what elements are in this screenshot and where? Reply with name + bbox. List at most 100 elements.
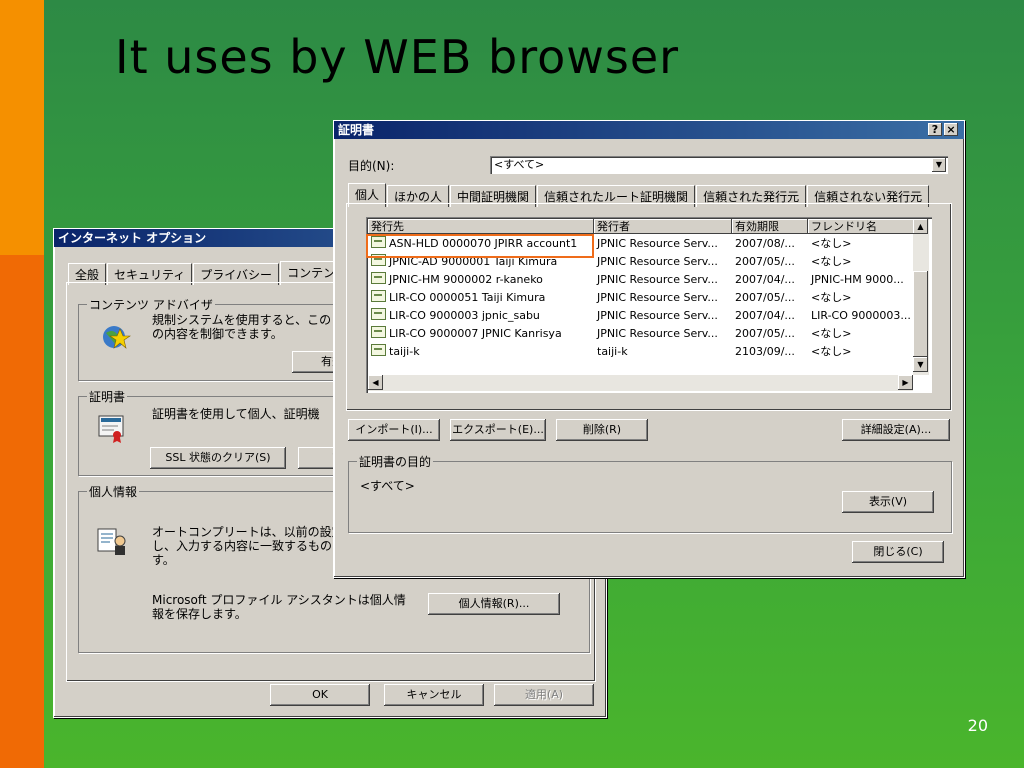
scroll-down-icon[interactable]: ▼ bbox=[913, 357, 928, 372]
col-issued-to[interactable]: 発行先 bbox=[368, 219, 594, 234]
cell-text: JPNIC Resource Serv... bbox=[597, 273, 718, 286]
certificate-icon bbox=[98, 415, 124, 443]
table-cell: JPNIC-HM 9000... bbox=[808, 271, 914, 289]
col-friendly-name[interactable]: フレンドリ名 bbox=[808, 219, 914, 234]
list-header: 発行先 発行者 有効期限 フレンドリ名 bbox=[368, 219, 914, 234]
table-cell: JPNIC Resource Serv... bbox=[594, 307, 732, 325]
scroll-right-icon[interactable]: ▶ bbox=[898, 375, 913, 390]
horizontal-scrollbar[interactable]: ◀ ▶ bbox=[368, 375, 913, 391]
purpose-label: 目的(N): bbox=[348, 159, 395, 173]
cell-text: <なし> bbox=[811, 237, 852, 250]
scroll-up-icon[interactable]: ▲ bbox=[913, 219, 928, 234]
cell-text: <なし> bbox=[811, 255, 852, 268]
content-advisor-text-1: 規制システムを使用すると、このコ bbox=[152, 313, 344, 327]
close-button[interactable]: 閉じる(C) bbox=[852, 541, 944, 563]
table-row[interactable]: LIR-CO 0000051 Taiji Kimura JPNIC Resourc… bbox=[368, 289, 914, 307]
cell-text: 2007/04/... bbox=[735, 309, 795, 322]
personal-info-button[interactable]: 個人情報(R)... bbox=[428, 593, 560, 615]
ok-button[interactable]: OK bbox=[270, 684, 370, 706]
table-row[interactable]: JPNIC-HM 9000002 r-kaneko JPNIC Resource … bbox=[368, 271, 914, 289]
table-cell: <なし> bbox=[808, 235, 914, 253]
ms-profile-text-2: 報を保存します。 bbox=[152, 607, 247, 621]
personal-info-label: 個人情報 bbox=[87, 483, 140, 500]
table-cell: JPNIC Resource Serv... bbox=[594, 325, 732, 343]
table-cell: taiji-k bbox=[368, 343, 594, 361]
cell-text: 2007/05/... bbox=[735, 255, 795, 268]
content-advisor-text-2: の内容を制御できます。 bbox=[152, 327, 283, 341]
certificate-list[interactable]: 発行先 発行者 有効期限 フレンドリ名 ASN-HLD 0000070 JPIR… bbox=[366, 217, 932, 393]
table-cell: 2007/04/... bbox=[732, 307, 808, 325]
table-cell: 2007/05/... bbox=[732, 289, 808, 307]
scroll-left-icon[interactable]: ◀ bbox=[368, 375, 383, 390]
close-icon[interactable]: × bbox=[944, 123, 958, 136]
certificate-icon bbox=[371, 308, 386, 320]
table-row[interactable]: taiji-k taiji-k 2103/09/... <なし> bbox=[368, 343, 914, 361]
table-row[interactable]: LIR-CO 9000007 JPNIC Kanrisya JPNIC Resou… bbox=[368, 325, 914, 343]
cert-purposes-label: 証明書の目的 bbox=[357, 453, 434, 470]
table-row[interactable]: LIR-CO 9000003 jpnic_sabu JPNIC Resource … bbox=[368, 307, 914, 325]
table-cell: LIR-CO 0000051 Taiji Kimura bbox=[368, 289, 594, 307]
certificate-icon bbox=[371, 326, 386, 338]
advanced-button[interactable]: 詳細設定(A)... bbox=[842, 419, 950, 441]
cell-text: taiji-k bbox=[597, 345, 628, 358]
ms-profile-text-1: Microsoft プロファイル アシスタントは個人情 bbox=[152, 593, 406, 607]
cert-purposes-value: <すべて> bbox=[360, 479, 415, 493]
table-cell: LIR-CO 9000003 jpnic_sabu bbox=[368, 307, 594, 325]
page-number: 20 bbox=[967, 716, 988, 735]
view-button[interactable]: 表示(V) bbox=[842, 491, 934, 513]
table-cell: LIR-CO 9000003... bbox=[808, 307, 914, 325]
scroll-thumb[interactable] bbox=[913, 271, 928, 357]
autocomplete-text-1: オートコンプリートは、以前の設定 bbox=[152, 525, 344, 539]
cell-text: LIR-CO 9000003... bbox=[811, 309, 911, 322]
table-cell: 2007/05/... bbox=[732, 253, 808, 271]
col-expiration[interactable]: 有効期限 bbox=[732, 219, 808, 234]
certificates-dialog: 証明書 ? × 目的(N): <すべて> ▼ 個人 ほかの人 中間証明機関 信頼… bbox=[333, 120, 965, 578]
table-cell: <なし> bbox=[808, 325, 914, 343]
autocomplete-icon bbox=[97, 528, 126, 555]
cell-text: JPNIC-HM 9000002 r-kaneko bbox=[389, 273, 543, 286]
table-cell: JPNIC Resource Serv... bbox=[594, 289, 732, 307]
help-icon[interactable]: ? bbox=[928, 123, 942, 136]
highlight-box bbox=[366, 234, 594, 258]
cell-text: <なし> bbox=[811, 291, 852, 304]
table-cell: JPNIC Resource Serv... bbox=[594, 235, 732, 253]
vertical-scrollbar[interactable]: ▲ ▼ bbox=[913, 219, 929, 375]
cell-text: LIR-CO 9000003 jpnic_sabu bbox=[389, 309, 540, 322]
cancel-button[interactable]: キャンセル bbox=[384, 684, 484, 706]
cell-text: 2007/05/... bbox=[735, 327, 795, 340]
purpose-select-value: <すべて> bbox=[494, 158, 545, 171]
table-cell: <なし> bbox=[808, 253, 914, 271]
cell-text: JPNIC Resource Serv... bbox=[597, 309, 718, 322]
globe-star-icon bbox=[103, 326, 131, 349]
import-button[interactable]: インポート(I)... bbox=[348, 419, 440, 441]
table-cell: taiji-k bbox=[594, 343, 732, 361]
table-cell: LIR-CO 9000007 JPNIC Kanrisya bbox=[368, 325, 594, 343]
cell-text: 2007/04/... bbox=[735, 273, 795, 286]
certificates-label: 証明書 bbox=[87, 388, 128, 405]
autocomplete-text-2: し、入力する内容に一致するもの bbox=[152, 539, 333, 553]
remove-button[interactable]: 削除(R) bbox=[556, 419, 648, 441]
cell-text: JPNIC Resource Serv... bbox=[597, 237, 718, 250]
certificate-icon bbox=[371, 344, 386, 356]
cell-text: 2007/08/... bbox=[735, 237, 795, 250]
autocomplete-text-3: す。 bbox=[152, 553, 175, 567]
content-advisor-label: コンテンツ アドバイザ bbox=[87, 296, 215, 313]
table-cell: JPNIC-HM 9000002 r-kaneko bbox=[368, 271, 594, 289]
cell-text: taiji-k bbox=[389, 345, 420, 358]
table-cell: 2103/09/... bbox=[732, 343, 808, 361]
orange-band-top bbox=[0, 0, 44, 255]
cell-text: JPNIC Resource Serv... bbox=[597, 255, 718, 268]
table-cell: 2007/08/... bbox=[732, 235, 808, 253]
purpose-select[interactable]: <すべて> ▼ bbox=[490, 156, 948, 174]
cell-text: <なし> bbox=[811, 327, 852, 340]
cell-text: <なし> bbox=[811, 345, 852, 358]
export-button[interactable]: エクスポート(E)... bbox=[450, 419, 546, 441]
orange-band-bottom bbox=[0, 255, 44, 768]
apply-button[interactable]: 適用(A) bbox=[494, 684, 594, 706]
col-issued-by[interactable]: 発行者 bbox=[594, 219, 732, 234]
ssl-clear-button[interactable]: SSL 状態のクリア(S) bbox=[150, 447, 286, 469]
table-cell: <なし> bbox=[808, 289, 914, 307]
table-cell: 2007/05/... bbox=[732, 325, 808, 343]
cell-text: JPNIC Resource Serv... bbox=[597, 327, 718, 340]
chevron-down-icon[interactable]: ▼ bbox=[932, 158, 946, 172]
